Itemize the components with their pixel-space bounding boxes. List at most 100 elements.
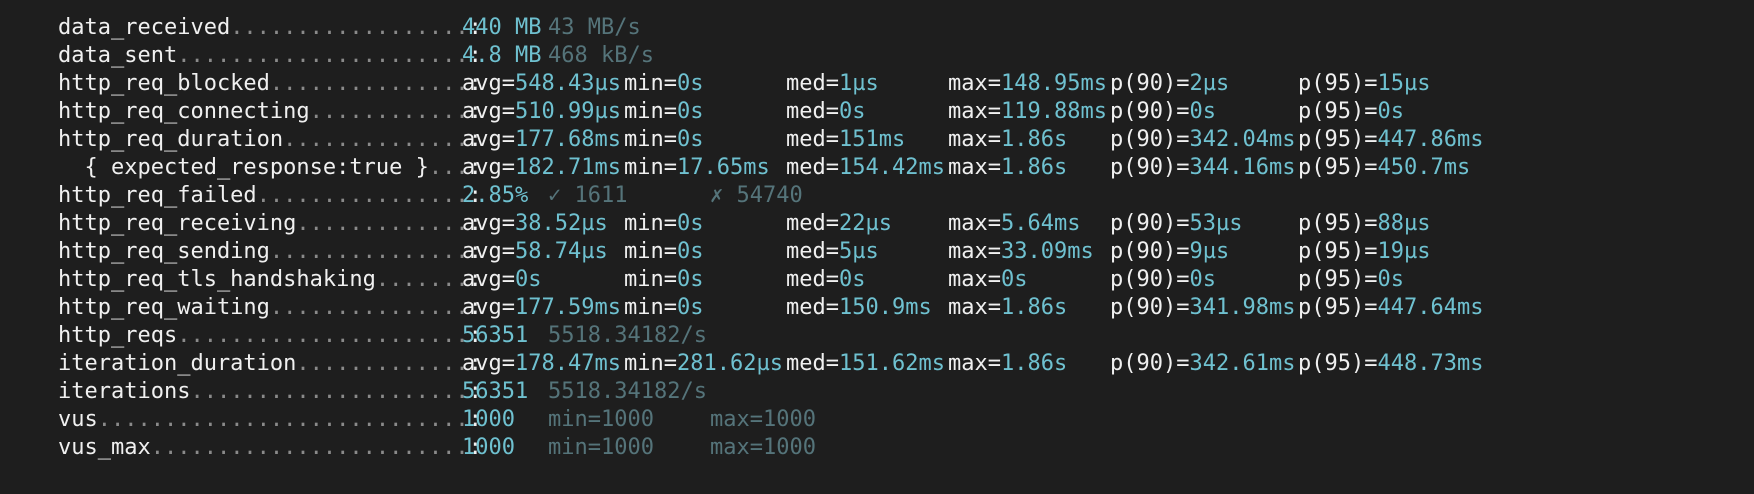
stat-key: p(95)=: [1298, 211, 1378, 236]
metric-value-cell: 56351: [462, 322, 528, 350]
stat-value: 2.85%: [462, 183, 529, 208]
stat-key: p(95)=: [1298, 239, 1378, 264]
stat-value: ✓ 1611: [548, 183, 628, 208]
metric-value-cell: 440 MB: [462, 14, 541, 42]
metric-value-cell: p(90)=0s: [1110, 266, 1216, 294]
metric-value-cell: min=0s: [624, 266, 703, 294]
metric-name: vus............................:: [58, 406, 482, 434]
stat-value: 56351: [462, 323, 529, 348]
metric-value-cell: min=0s: [624, 210, 703, 238]
stat-key: min=: [624, 127, 677, 152]
metric-value-cell: max=1000: [710, 406, 816, 434]
metric-value-cell: p(95)=450.7ms: [1298, 154, 1470, 182]
stat-value: 5.64ms: [1000, 211, 1081, 236]
metric-value-cell: p(90)=344.16ms: [1110, 154, 1295, 182]
stat-key: p(95)=: [1298, 71, 1378, 96]
stat-value: 1000: [462, 407, 515, 432]
stat-value: 548.43µs: [514, 71, 621, 96]
metric-value-cell: med=150.9ms: [786, 294, 932, 322]
metric-value-cell: 5518.34182/s: [548, 378, 707, 406]
metric-value-cell: med=154.42ms: [786, 154, 945, 182]
stat-value: max=1000: [710, 435, 816, 460]
stat-key: max=: [948, 211, 1001, 236]
metric-value-cell: p(95)=0s: [1298, 98, 1404, 126]
stat-value: 56351: [462, 379, 529, 404]
stat-value: 53µs: [1189, 211, 1243, 236]
stat-key: med=: [786, 127, 839, 152]
metric-value-cell: min=0s: [624, 98, 703, 126]
terminal-output: data_received..................: 440 MB 43…: [0, 0, 1754, 494]
stat-value: 2µs: [1189, 71, 1230, 96]
metric-value-cell: p(95)=447.86ms: [1298, 126, 1483, 154]
metric-value-cell: min=281.62µs: [624, 350, 783, 378]
metric-name: http_req_tls_handshaking.......:: [58, 266, 482, 294]
stat-value: 22µs: [838, 211, 892, 236]
metric-name: http_req_duration..............:: [58, 126, 482, 154]
stat-key: avg=: [462, 99, 515, 124]
stat-value: 177.59ms: [514, 295, 621, 320]
stat-key: p(90)=: [1110, 239, 1190, 264]
stat-value: 440 MB: [462, 15, 542, 40]
stat-key: avg=: [462, 155, 515, 180]
metric-dots: ................: [256, 183, 469, 208]
metric-value-cell: p(95)=15µs: [1298, 70, 1430, 98]
stat-key: min=: [624, 267, 677, 292]
metric-name: data_sent......................:: [58, 42, 482, 70]
metric-value-cell: min=17.65ms: [624, 154, 770, 182]
stat-value: 33.09ms: [1000, 239, 1094, 264]
metric-label: iteration_duration: [58, 351, 297, 376]
metric-value-cell: avg=38.52µs: [462, 210, 608, 238]
stat-key: min=: [624, 71, 677, 96]
stat-key: p(90)=: [1110, 211, 1190, 236]
stat-value: 0s: [838, 267, 866, 292]
metric-dots: ...............: [269, 239, 469, 264]
stat-value: 0s: [1377, 99, 1404, 124]
metric-name: vus_max........................:: [58, 434, 482, 462]
stat-value: 510.99µs: [514, 99, 621, 124]
metric-value-cell: avg=182.71ms: [462, 154, 621, 182]
metric-name: http_reqs......................:: [58, 322, 482, 350]
stat-key: avg=: [462, 239, 515, 264]
stat-value: 341.98ms: [1189, 295, 1296, 320]
stat-value: 342.04ms: [1189, 127, 1296, 152]
stat-value: 5518.34182/s: [548, 323, 707, 348]
stat-value: 0s: [1377, 267, 1404, 292]
metric-dots: .....................: [190, 379, 469, 404]
stat-value: 19µs: [1377, 239, 1431, 264]
stat-key: p(95)=: [1298, 267, 1378, 292]
stat-value: 0s: [676, 99, 704, 124]
metric-value-cell: max=1.86s: [948, 350, 1067, 378]
stat-key: avg=: [462, 127, 515, 152]
stat-key: max=: [948, 239, 1001, 264]
stat-value: 5µs: [838, 239, 879, 264]
stat-value: 154.42ms: [838, 155, 945, 180]
stat-value: 344.16ms: [1189, 155, 1296, 180]
metric-value-cell: max=1.86s: [948, 126, 1067, 154]
metric-value-cell: 1000: [462, 406, 515, 434]
stat-value: 0s: [1189, 99, 1216, 124]
stat-value: 0s: [838, 99, 866, 124]
stat-value: max=1000: [710, 407, 816, 432]
metric-label: vus_max: [58, 435, 151, 460]
stat-key: p(90)=: [1110, 127, 1190, 152]
stat-value: 447.64ms: [1377, 295, 1484, 320]
stat-key: med=: [786, 351, 839, 376]
metric-dots: .......: [375, 267, 469, 292]
metric-value-cell: med=1µs: [786, 70, 879, 98]
metric-label: http_reqs: [58, 323, 178, 348]
metric-value-cell: min=0s: [624, 238, 703, 266]
metric-value-cell: med=151.62ms: [786, 350, 945, 378]
metric-value-cell: min=1000: [548, 406, 654, 434]
metric-dots: ......................: [177, 323, 469, 348]
metric-dots: ............................: [97, 407, 469, 432]
stat-key: avg=: [462, 351, 515, 376]
stat-key: max=: [948, 295, 1001, 320]
stat-key: min=: [624, 295, 677, 320]
metric-value-cell: max=1.86s: [948, 294, 1067, 322]
metric-name: http_req_blocked...............:: [58, 70, 482, 98]
stat-key: med=: [786, 295, 839, 320]
metric-name: http_req_failed................:: [58, 182, 482, 210]
stat-value: 151.62ms: [838, 351, 945, 376]
metric-value-cell: max=33.09ms: [948, 238, 1094, 266]
stat-key: avg=: [462, 295, 515, 320]
